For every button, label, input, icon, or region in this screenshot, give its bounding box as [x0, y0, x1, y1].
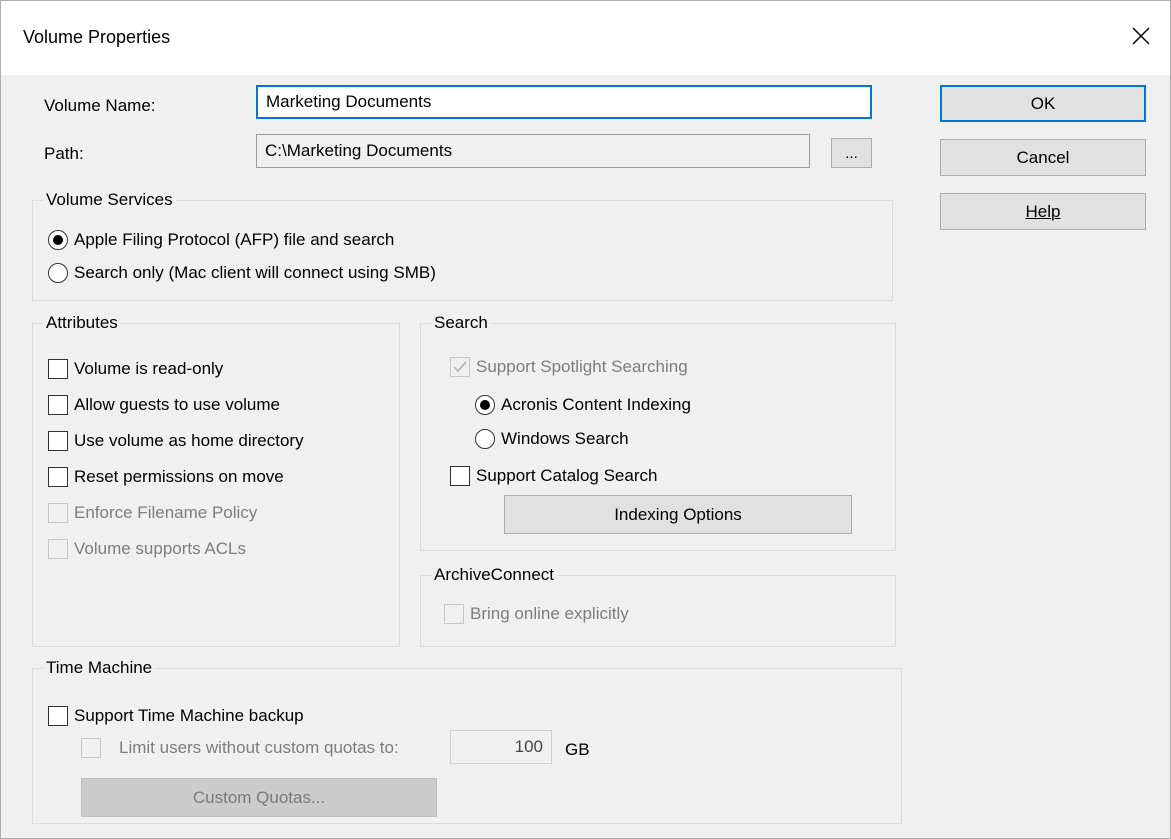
windows-search-radio[interactable] — [475, 429, 495, 449]
search-title: Search — [431, 313, 491, 333]
afp-radio-option[interactable]: Apple Filing Protocol (AFP) file and sea… — [48, 230, 394, 250]
acronis-indexing-label: Acronis Content Indexing — [501, 395, 691, 414]
smb-radio-label: Search only (Mac client will connect usi… — [74, 263, 436, 282]
path-input[interactable] — [256, 134, 810, 168]
reset-permissions-checkbox[interactable] — [48, 467, 68, 487]
allow-guests-label: Allow guests to use volume — [74, 395, 280, 414]
home-directory-label: Use volume as home directory — [74, 431, 304, 450]
volume-services-group: Volume Services — [32, 190, 893, 301]
home-directory-checkbox[interactable] — [48, 431, 68, 451]
help-button[interactable]: Help — [940, 193, 1146, 230]
windows-search-label: Windows Search — [501, 429, 629, 448]
smb-radio-option[interactable]: Search only (Mac client will connect usi… — [48, 263, 436, 283]
spotlight-label: Support Spotlight Searching — [476, 357, 688, 376]
volume-services-title: Volume Services — [43, 190, 176, 210]
browse-button[interactable]: ... — [831, 138, 872, 168]
bring-online-checkbox — [444, 604, 464, 624]
allow-guests-checkbox[interactable] — [48, 395, 68, 415]
catalog-search-option[interactable]: Support Catalog Search — [450, 466, 657, 486]
limit-users-checkbox — [81, 738, 101, 758]
check-icon — [453, 361, 467, 373]
reset-permissions-label: Reset permissions on move — [74, 467, 284, 486]
volume-name-input[interactable] — [256, 85, 872, 119]
volume-name-label: Volume Name: — [44, 96, 156, 115]
close-icon — [1132, 27, 1150, 45]
acronis-indexing-radio[interactable] — [475, 395, 495, 415]
bring-online-label: Bring online explicitly — [470, 604, 629, 623]
smb-radio[interactable] — [48, 263, 68, 283]
acls-checkbox — [48, 539, 68, 559]
attr-allow-guests[interactable]: Allow guests to use volume — [48, 395, 280, 415]
catalog-search-label: Support Catalog Search — [476, 466, 658, 485]
dialog-title: Volume Properties — [23, 27, 171, 47]
indexing-options-button[interactable]: Indexing Options — [504, 495, 852, 534]
custom-quotas-button[interactable]: Custom Quotas... — [81, 778, 437, 817]
close-button[interactable] — [1112, 11, 1170, 61]
acls-label: Volume supports ACLs — [74, 539, 246, 558]
time-machine-checkbox[interactable] — [48, 706, 68, 726]
path-label: Path: — [44, 144, 84, 163]
attr-acls: Volume supports ACLs — [48, 539, 246, 559]
read-only-label: Volume is read-only — [74, 359, 224, 378]
afp-radio[interactable] — [48, 230, 68, 250]
limit-users-label: Limit users without custom quotas to: — [119, 738, 399, 757]
quota-input[interactable] — [450, 730, 552, 764]
spotlight-checkbox — [450, 357, 470, 377]
acronis-indexing-option[interactable]: Acronis Content Indexing — [475, 395, 691, 415]
attributes-title: Attributes — [43, 313, 121, 333]
title-bar: Volume Properties — [1, 1, 1170, 75]
help-label: Help — [1025, 201, 1061, 221]
quota-unit: GB — [565, 740, 590, 759]
bring-online-option: Bring online explicitly — [444, 604, 629, 624]
volume-properties-dialog: Volume Properties Volume Name: Path: ...… — [0, 0, 1171, 839]
time-machine-title: Time Machine — [43, 658, 156, 678]
filename-policy-checkbox — [48, 503, 68, 523]
read-only-checkbox[interactable] — [48, 359, 68, 379]
windows-search-option[interactable]: Windows Search — [475, 429, 629, 449]
spotlight-option: Support Spotlight Searching — [450, 357, 688, 377]
attr-reset-permissions[interactable]: Reset permissions on move — [48, 467, 284, 487]
limit-users-option: Limit users without custom quotas to: — [81, 738, 399, 758]
attr-read-only[interactable]: Volume is read-only — [48, 359, 223, 379]
time-machine-label: Support Time Machine backup — [74, 706, 304, 725]
ok-button[interactable]: OK — [940, 85, 1146, 122]
attr-home-directory[interactable]: Use volume as home directory — [48, 431, 304, 451]
filename-policy-label: Enforce Filename Policy — [74, 503, 258, 522]
time-machine-option[interactable]: Support Time Machine backup — [48, 706, 304, 726]
cancel-button[interactable]: Cancel — [940, 139, 1146, 176]
archiveconnect-title: ArchiveConnect — [431, 565, 558, 585]
attr-filename-policy: Enforce Filename Policy — [48, 503, 257, 523]
afp-radio-label: Apple Filing Protocol (AFP) file and sea… — [74, 230, 395, 249]
cancel-label: Cancel — [1016, 147, 1070, 167]
catalog-search-checkbox[interactable] — [450, 466, 470, 486]
